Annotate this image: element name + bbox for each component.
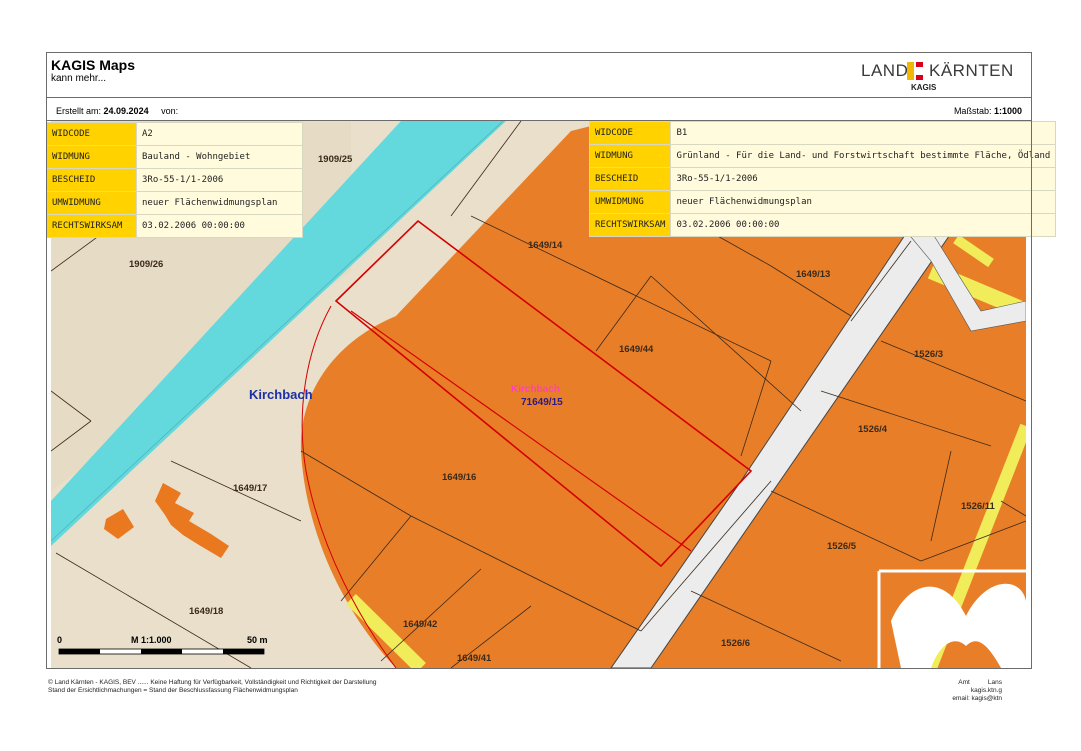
map-footer: © Land Kärnten - KAGIS, BEV ...... Keine… [46, 679, 1032, 707]
logo-text-kagis: KAGIS [911, 83, 937, 92]
app-title: KAGIS Maps [51, 57, 136, 73]
app-subtitle: kann mehr... [51, 73, 107, 84]
map-frame [46, 98, 1032, 669]
footer-status: Stand der Ersichtlichmachungen = Stand d… [48, 687, 298, 694]
coat-of-arms-icon [907, 62, 923, 80]
map-header: KAGIS Maps kann mehr... LAND KÄRNTEN KAG… [46, 52, 1032, 98]
footer-contact-1b: Lans [987, 679, 1002, 686]
logo-text-kaernten: KÄRNTEN [929, 61, 1014, 80]
logo-text-land: LAND [861, 61, 909, 80]
land-kaernten-logo: LAND KÄRNTEN KAGIS [851, 59, 1021, 95]
footer-contact: Amt Lans kagis.ktn.g email: kagis@ktn [952, 679, 1002, 703]
footer-contact-1: Amt [958, 679, 970, 686]
footer-contact-3: email: kagis@ktn [952, 695, 1002, 702]
footer-contact-2: kagis.ktn.g [970, 687, 1002, 694]
footer-disclaimer: © Land Kärnten - KAGIS, BEV ...... Keine… [48, 679, 377, 686]
map-sheet: KAGIS Maps kann mehr... LAND KÄRNTEN KAG… [46, 52, 1057, 707]
